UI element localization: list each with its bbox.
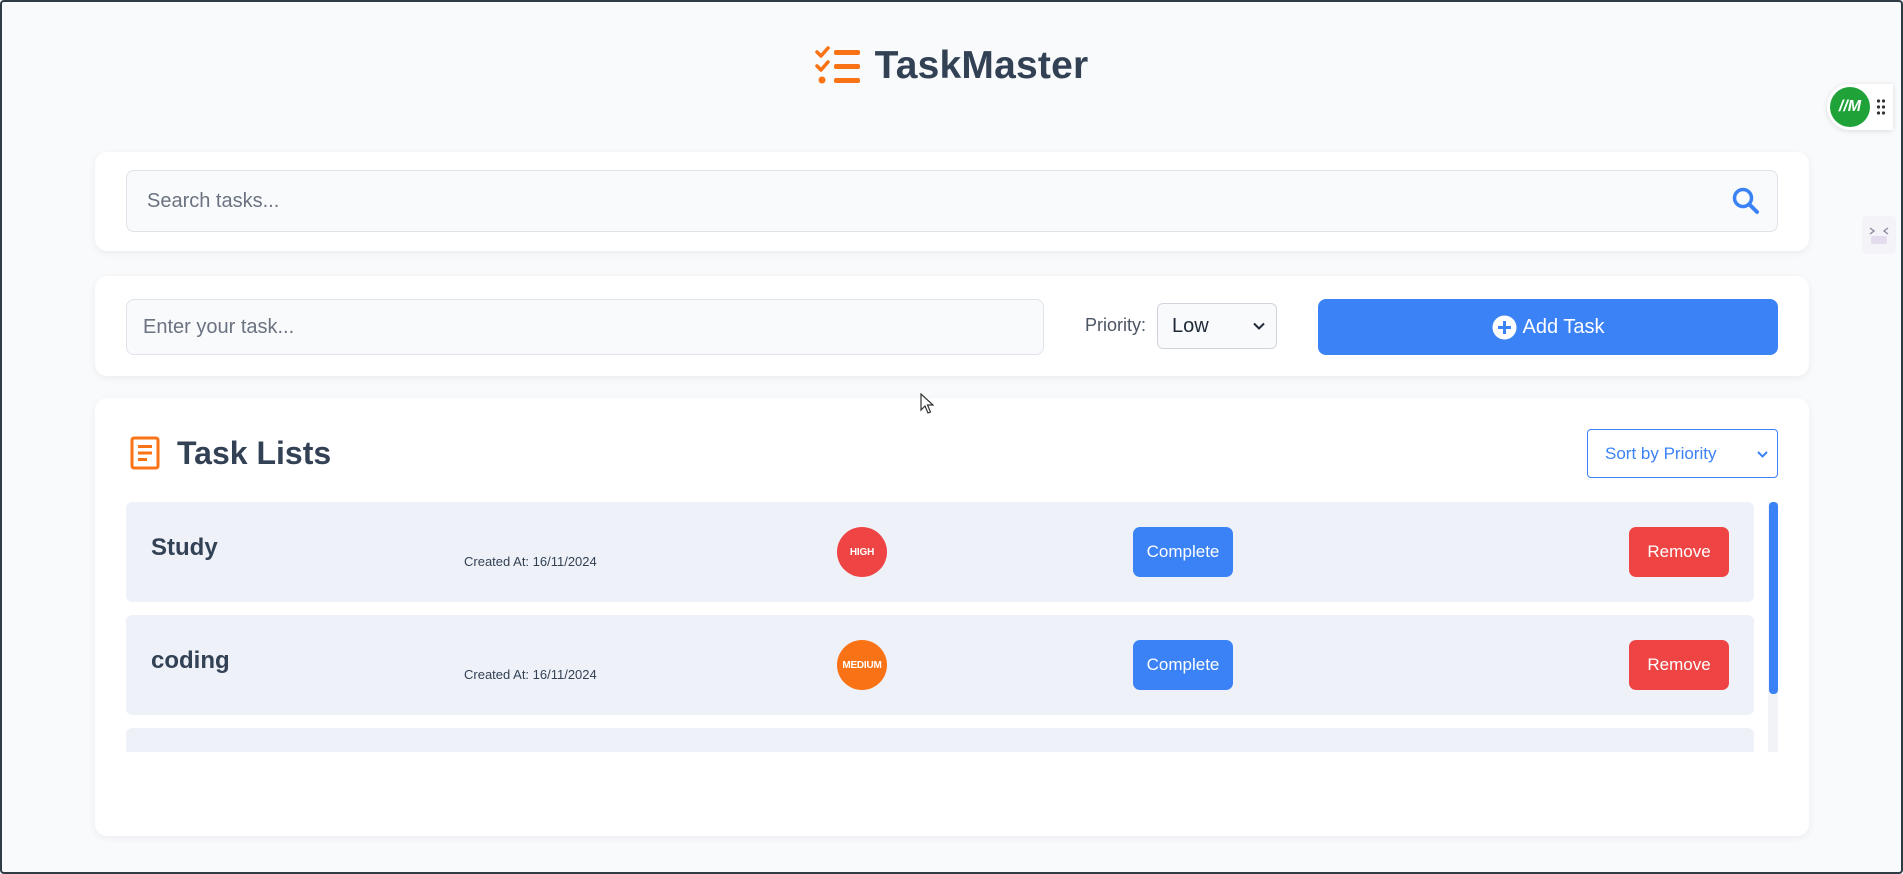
task-list-title: Task Lists xyxy=(177,435,332,471)
search-box xyxy=(126,170,1778,232)
extension-logo-icon[interactable]: //M xyxy=(1830,87,1870,127)
side-panel-tab[interactable] xyxy=(1862,216,1896,254)
app-title: TaskMaster xyxy=(874,44,1089,87)
task-list: Study Created At: 16/11/2024 HIGH Comple… xyxy=(126,502,1778,752)
priority-label: Priority: xyxy=(1085,315,1147,335)
task-input[interactable] xyxy=(126,299,1044,355)
remove-button[interactable]: Remove xyxy=(1629,527,1729,577)
task-created-date: Created At: 16/11/2024 xyxy=(464,667,597,682)
priority-select[interactable]: Low xyxy=(1157,303,1277,349)
task-row: Study Created At: 16/11/2024 HIGH Comple… xyxy=(126,502,1754,602)
checklist-logo-icon xyxy=(814,46,860,84)
side-panel-icon xyxy=(1869,227,1889,244)
search-input[interactable] xyxy=(127,171,1731,231)
task-name: coding xyxy=(151,647,230,674)
task-list-card: Task Lists Sort by Priority Study Create… xyxy=(95,398,1809,836)
task-row: coding Created At: 16/11/2024 MEDIUM Com… xyxy=(126,615,1754,715)
add-task-card: Priority: Low Add Task xyxy=(95,276,1809,376)
plus-circle-icon xyxy=(1492,315,1517,339)
add-task-button[interactable]: Add Task xyxy=(1318,299,1778,355)
task-row xyxy=(126,728,1754,752)
complete-button[interactable]: Complete xyxy=(1133,640,1233,690)
remove-button[interactable]: Remove xyxy=(1629,640,1729,690)
document-list-icon xyxy=(130,436,160,470)
task-created-date: Created At: 16/11/2024 xyxy=(464,554,597,569)
search-icon[interactable] xyxy=(1731,186,1761,216)
task-name: Study xyxy=(151,534,218,561)
priority-badge: HIGH xyxy=(837,527,887,577)
sort-select[interactable]: Sort by Priority xyxy=(1587,429,1778,478)
chevron-down-icon xyxy=(1253,322,1265,330)
app-header: TaskMaster xyxy=(0,44,1903,88)
scrollbar-thumb[interactable] xyxy=(1769,502,1778,694)
add-task-button-label: Add Task xyxy=(1522,315,1605,338)
search-card xyxy=(95,152,1809,251)
sort-select-value: Sort by Priority xyxy=(1605,443,1717,463)
extension-widget[interactable]: //M xyxy=(1827,84,1893,130)
mouse-cursor-icon xyxy=(920,393,934,414)
priority-badge: MEDIUM xyxy=(837,640,887,690)
priority-select-value: Low xyxy=(1172,314,1209,337)
complete-button[interactable]: Complete xyxy=(1133,527,1233,577)
chevron-down-icon xyxy=(1757,451,1768,458)
drag-handle-icon[interactable] xyxy=(1876,98,1886,116)
